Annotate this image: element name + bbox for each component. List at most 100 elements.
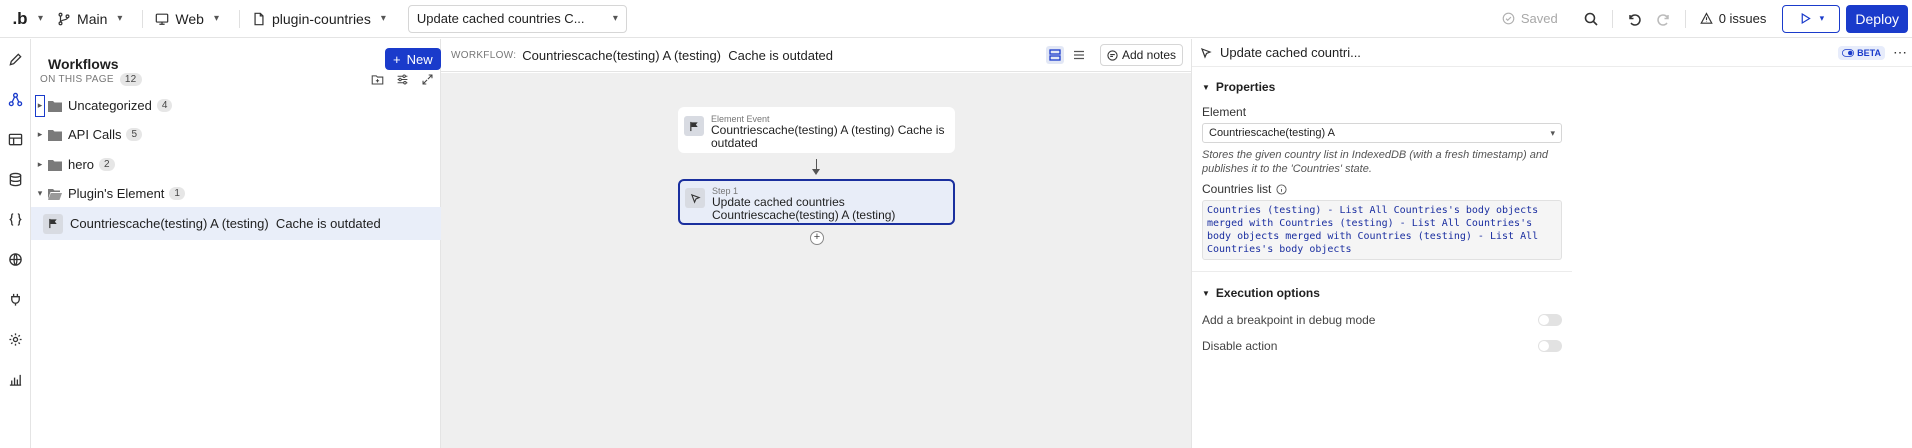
app-logo[interactable]: .b [6,9,34,29]
redo-button[interactable] [1649,4,1679,34]
add-notes-button[interactable]: Add notes [1099,44,1183,66]
branch-selector[interactable]: Main ▾ [51,11,136,27]
new-button-label: New [406,51,433,67]
chart-icon[interactable] [0,359,31,399]
execution-section-label: Execution options [1215,286,1320,300]
folder-icon [48,100,62,112]
breakpoint-label: Add a breakpoint in debug mode [1202,313,1376,327]
panel-title: Workflows [48,56,119,72]
caret-right-icon[interactable]: ▸ [35,129,45,140]
properties-section-label: Properties [1215,80,1276,94]
breakpoint-row: Add a breakpoint in debug mode [1202,313,1562,327]
expand-icon[interactable] [421,73,434,86]
info-icon[interactable] [1276,183,1287,195]
database-icon[interactable] [0,159,31,199]
list-view-icon [1073,50,1084,60]
more-options-icon[interactable]: ⋯ [1893,44,1907,61]
caret-right-icon[interactable]: ▸ [35,94,45,117]
saved-status: Saved [1502,11,1558,26]
workflow-select[interactable]: Update cached countries C... ▾ [407,4,627,33]
properties-panel: Update cached countri... BETA ⋯ ▼ Proper… [1191,39,1912,448]
canvas-header: WORKFLOW: Countriescache(testing) A (tes… [441,39,1191,72]
chevron-down-icon: ▾ [213,13,219,24]
redo-icon [1656,13,1669,26]
event-card[interactable]: Element Event Countriescache(testing) A … [678,107,955,153]
left-icon-rail [0,39,31,448]
chevron-down-icon: ▾ [1819,13,1825,23]
undo-button[interactable] [1619,4,1649,34]
saved-label: Saved [1520,11,1558,26]
chevron-down-icon: ▾ [117,13,123,24]
folder-count-badge: 2 [99,158,115,171]
event-title: Countriescache(testing) A (testing) Cach… [711,123,945,150]
app-name-label: plugin-countries [272,10,371,27]
card-view-button[interactable] [1045,46,1064,64]
top-bar: .b ▾ Main ▾ Web ▾ plugin-countries ▾ Upd… [0,0,1912,38]
divider [1192,271,1572,272]
workflow-item-label: Countriescache(testing) A (testing) Cach… [70,216,381,231]
deploy-button[interactable]: Deploy [1846,4,1908,33]
properties-section-header[interactable]: ▼ Properties [1202,80,1275,94]
layout-icon[interactable] [0,119,31,159]
workflow-list-item[interactable]: Countriescache(testing) A (testing) Cach… [31,207,441,240]
plug-icon[interactable] [0,279,31,319]
step-card-body: Step 1 Update cached countries Countries… [712,186,948,222]
preview-run-button[interactable]: ▾ [1782,4,1841,33]
countries-list-field-label: Countries list [1202,182,1287,196]
globe-icon[interactable] [0,239,31,279]
new-workflow-button[interactable]: + New [385,48,441,70]
folder-api-calls[interactable]: ▸ API Calls 5 [31,120,441,149]
folder-plugins-element[interactable]: ▾ Plugin's Element 1 [31,179,441,208]
folder-hero[interactable]: ▸ hero 2 [31,150,441,179]
on-this-page-label: ON THIS PAGE [40,74,114,85]
countries-list-label: Countries list [1202,182,1272,196]
platform-label: Web [175,10,204,27]
beta-toggle[interactable]: BETA [1838,45,1885,60]
caret-down-icon: ▼ [1202,288,1210,298]
divider [1684,9,1686,28]
workflow-select-value: Update cached countries C... [416,11,585,26]
arrow-down-icon [812,169,820,175]
warning-icon [1699,12,1713,24]
list-view-button[interactable] [1070,46,1088,64]
caret-down-icon[interactable]: ▾ [35,188,45,199]
filter-sliders-icon[interactable] [396,73,409,86]
event-card-body: Element Event Countriescache(testing) A … [711,114,949,150]
folder-label: Uncategorized [68,98,152,113]
panel-toolbar [371,73,434,86]
on-this-page-header: ON THIS PAGE 12 [40,73,142,86]
folder-label: API Calls [68,127,122,142]
platform-selector[interactable]: Web ▾ [149,11,233,27]
step-card[interactable]: Step 1 Update cached countries Countries… [678,179,955,225]
chevron-down-icon: ▾ [1550,127,1555,138]
issues-indicator[interactable]: 0 issues [1699,11,1766,26]
page-selector[interactable]: plugin-countries ▾ [246,11,400,27]
folder-uncategorized[interactable]: ▸ Uncategorized 4 [31,91,441,120]
beta-label: BETA [1857,47,1881,58]
code-braces-icon[interactable] [0,199,31,239]
search-button[interactable] [1576,4,1606,34]
workflow-canvas[interactable]: Element Event Countriescache(testing) A … [441,73,1191,448]
gear-icon[interactable] [0,319,31,359]
step-title: Update cached countries Countriescache(t… [712,195,896,222]
card-view-icon [1049,49,1061,61]
folder-open-icon [48,188,62,200]
element-select[interactable]: Countriescache(testing) A ▾ [1202,123,1562,143]
folder-icon [48,159,62,171]
canvas-tools: Add notes [1045,44,1183,66]
new-folder-icon[interactable] [371,73,384,86]
execution-section-header[interactable]: ▼ Execution options [1202,286,1320,300]
folder-count-badge: 1 [169,187,185,200]
breakpoint-toggle[interactable] [1538,314,1562,326]
caret-right-icon[interactable]: ▸ [35,159,45,170]
disable-action-toggle[interactable] [1538,340,1562,352]
page-count-badge: 12 [119,73,142,86]
plus-icon: + [393,51,401,67]
chevron-down-icon[interactable]: ▾ [38,13,43,24]
add-step-button[interactable]: + [810,231,824,245]
countries-list-expression[interactable]: Countries (testing) - List All Countries… [1202,200,1562,260]
workflow-icon[interactable] [0,79,31,119]
chevron-down-icon: ▾ [612,13,618,24]
add-notes-label: Add notes [1121,48,1176,62]
pencil-icon[interactable] [0,39,31,79]
